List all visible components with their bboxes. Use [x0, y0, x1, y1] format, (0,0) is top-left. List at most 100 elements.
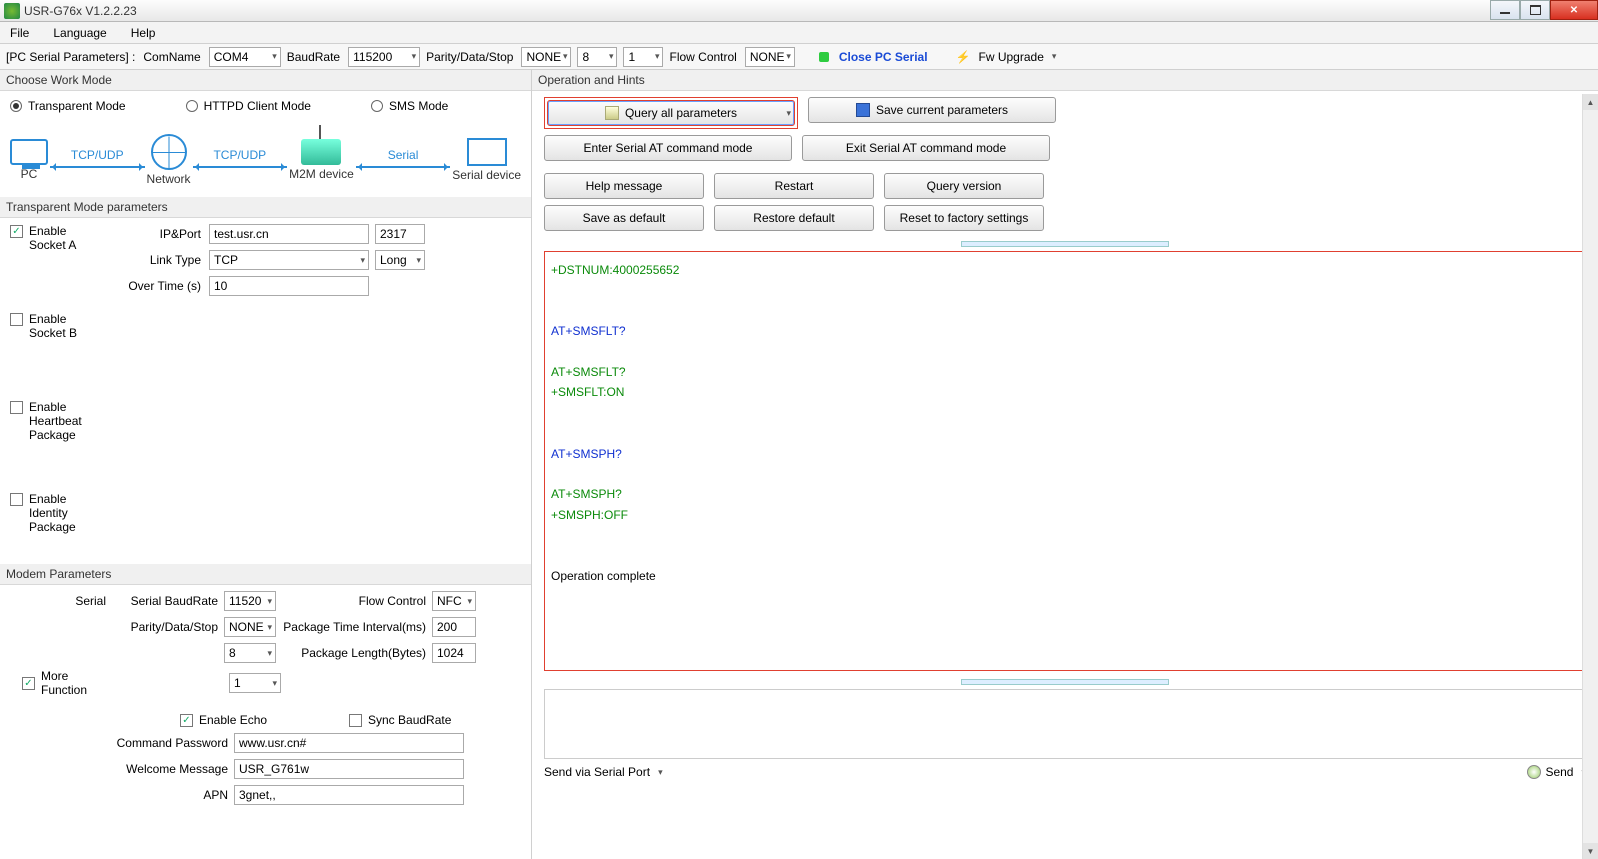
enable-heartbeat-checkbox[interactable]	[10, 401, 23, 414]
enable-socket-b-label: Enable Socket B	[29, 312, 85, 340]
enable-identity-checkbox[interactable]	[10, 493, 23, 506]
title-bar: USR-G76x V1.2.2.23	[0, 0, 1598, 22]
ipport-label: IP&Port	[91, 227, 201, 241]
enable-echo-checkbox[interactable]	[180, 714, 193, 727]
vertical-scrollbar[interactable]: ▲ ▼	[1582, 94, 1598, 859]
log-line	[551, 545, 1579, 565]
enable-identity-label: Enable Identity Package	[29, 492, 99, 534]
serial-section-label: Serial	[10, 594, 106, 608]
modem-stop-select[interactable]: 1	[229, 673, 281, 693]
app-title: USR-G76x V1.2.2.23	[24, 4, 137, 18]
pc-icon	[10, 139, 48, 165]
log-line: +SMSFLT:ON	[551, 382, 1579, 402]
m2m-device-icon	[301, 139, 341, 165]
log-output[interactable]: +DSTNUM:4000255652 AT+SMSFLT? AT+SMSFLT?…	[544, 251, 1586, 671]
overtime-input[interactable]: 10	[209, 276, 369, 296]
log-line: AT+SMSFLT?	[551, 362, 1579, 382]
scroll-down-icon[interactable]: ▼	[1583, 843, 1598, 859]
fw-upgrade-dropdown[interactable]: Fw Upgrade	[979, 50, 1057, 64]
exit-at-button[interactable]: Exit Serial AT command mode	[802, 135, 1050, 161]
transparent-params-label: Transparent Mode parameters	[0, 197, 531, 218]
long-select[interactable]: Long	[375, 250, 425, 270]
cmd-password-input[interactable]: www.usr.cn#	[234, 733, 464, 753]
bolt-icon: ⚡	[956, 50, 971, 64]
more-function-label: More Function	[41, 669, 105, 697]
window-minimize-button[interactable]	[1490, 0, 1520, 20]
modem-parity-select[interactable]: NONE	[224, 617, 276, 637]
enter-at-button[interactable]: Enter Serial AT command mode	[544, 135, 792, 161]
enable-echo-label: Enable Echo	[199, 713, 299, 727]
log-line	[551, 525, 1579, 545]
scroll-up-icon[interactable]: ▲	[1583, 94, 1598, 110]
enable-socket-a-label: Enable Socket A	[29, 224, 85, 252]
radio-transparent-mode[interactable]: Transparent Mode	[10, 99, 126, 113]
operation-hints-label: Operation and Hints	[532, 70, 1598, 91]
apn-input[interactable]: 3gnet,,	[234, 785, 464, 805]
restore-default-button[interactable]: Restore default	[714, 205, 874, 231]
send-via-dropdown[interactable]: Send via Serial Port	[544, 765, 663, 779]
sync-baud-checkbox[interactable]	[349, 714, 362, 727]
parity-select[interactable]: NONE	[521, 47, 571, 67]
modem-flow-select[interactable]: NFC	[432, 591, 476, 611]
pti-input[interactable]: 200	[432, 617, 476, 637]
stopbits-select[interactable]: 1	[623, 47, 663, 67]
linktype-select[interactable]: TCP	[209, 250, 369, 270]
flow-control-select[interactable]: NONE	[745, 47, 795, 67]
save-icon	[856, 103, 870, 117]
splitter-top[interactable]	[544, 239, 1586, 247]
log-line	[551, 301, 1579, 321]
search-icon	[605, 106, 619, 120]
baudrate-label: BaudRate	[287, 50, 340, 64]
window-maximize-button[interactable]	[1520, 0, 1550, 20]
splitter-bottom[interactable]	[544, 677, 1586, 685]
enable-socket-a-checkbox[interactable]	[10, 225, 23, 238]
log-line	[551, 342, 1579, 362]
menu-file[interactable]: File	[4, 24, 35, 42]
log-line: +DSTNUM:4000255652	[551, 260, 1579, 280]
log-line	[551, 423, 1579, 443]
close-serial-link[interactable]: Close PC Serial	[839, 50, 928, 64]
more-function-checkbox[interactable]	[22, 677, 35, 690]
send-textarea[interactable]	[544, 689, 1586, 759]
plb-input[interactable]: 1024	[432, 643, 476, 663]
query-all-button[interactable]: Query all parameters	[547, 100, 795, 126]
databits-select[interactable]: 8	[577, 47, 617, 67]
save-params-button[interactable]: Save current parameters	[808, 97, 1056, 123]
sync-baud-label: Sync BaudRate	[368, 713, 451, 727]
log-line	[551, 403, 1579, 423]
welcome-label: Welcome Message	[10, 762, 228, 776]
app-icon	[4, 3, 20, 19]
ip-input[interactable]: test.usr.cn	[209, 224, 369, 244]
menu-help[interactable]: Help	[125, 24, 162, 42]
welcome-input[interactable]: USR_G761w	[234, 759, 464, 779]
port-input[interactable]: 2317	[375, 224, 425, 244]
window-close-button[interactable]	[1550, 0, 1598, 20]
baudrate-select[interactable]: 115200	[348, 47, 420, 67]
topology-diagram: PC TCP/UDP Network TCP/UDP M2M device Se…	[0, 125, 531, 197]
modem-params-label: Modem Parameters	[0, 564, 531, 585]
help-button[interactable]: Help message	[544, 173, 704, 199]
serial-toolbar: [PC Serial Parameters] : ComName COM4 Ba…	[0, 44, 1598, 70]
send-button[interactable]: Send	[1527, 765, 1586, 779]
serial-baud-select[interactable]: 11520	[224, 591, 276, 611]
factory-reset-button[interactable]: Reset to factory settings	[884, 205, 1044, 231]
query-version-button[interactable]: Query version	[884, 173, 1044, 199]
enable-socket-b-checkbox[interactable]	[10, 313, 23, 326]
log-line	[551, 464, 1579, 484]
serial-device-icon	[467, 138, 507, 166]
modem-data-select[interactable]: 8	[224, 643, 276, 663]
comname-select[interactable]: COM4	[209, 47, 281, 67]
save-default-button[interactable]: Save as default	[544, 205, 704, 231]
log-line: +SMSPH:OFF	[551, 505, 1579, 525]
radio-sms-mode[interactable]: SMS Mode	[371, 99, 448, 113]
overtime-label: Over Time (s)	[91, 279, 201, 293]
log-line: AT+SMSPH?	[551, 444, 1579, 464]
comname-label: ComName	[143, 50, 200, 64]
serial-params-label: [PC Serial Parameters] :	[6, 50, 135, 64]
menu-language[interactable]: Language	[47, 24, 112, 42]
restart-button[interactable]: Restart	[714, 173, 874, 199]
radio-httpd-mode[interactable]: HTTPD Client Mode	[186, 99, 311, 113]
modem-pds-label: Parity/Data/Stop	[118, 620, 218, 634]
network-icon	[151, 134, 187, 170]
menu-bar: File Language Help	[0, 22, 1598, 44]
